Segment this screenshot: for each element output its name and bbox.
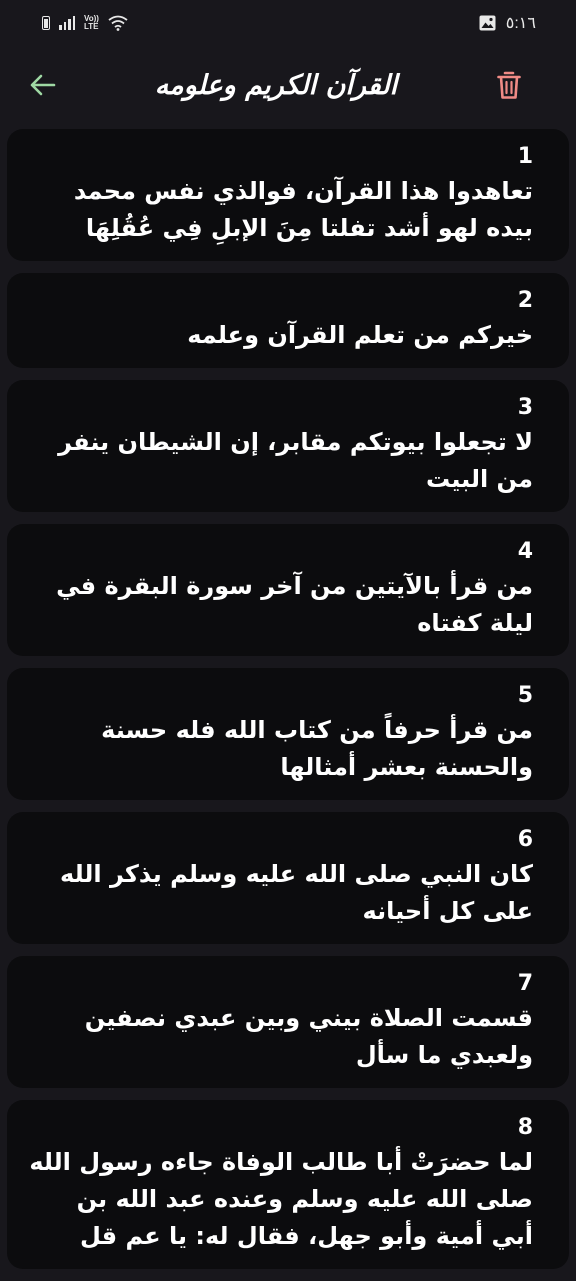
list-item[interactable]: 5 من قرأ حرفاً من كتاب الله فله حسنة وال… xyxy=(7,668,569,800)
trash-icon xyxy=(497,71,521,99)
network-label-bottom: LTE xyxy=(84,22,99,31)
item-text: لما حضرَتْ أبا طالب الوفاة جاءه رسول الل… xyxy=(29,1148,533,1250)
app-bar: القرآن الكريم وعلومه xyxy=(0,46,576,124)
gallery-icon xyxy=(479,15,496,31)
item-text: من قرأ حرفاً من كتاب الله فله حسنة والحس… xyxy=(101,716,533,781)
item-text: من قرأ بالآيتين من آخر سورة البقرة في لي… xyxy=(56,572,533,637)
item-text: كان النبي صلى الله عليه وسلم يذكر الله ع… xyxy=(60,860,533,925)
lte-icon: Vo)) LTE xyxy=(84,15,99,31)
item-number: 8 xyxy=(517,1115,533,1140)
list-item[interactable]: 1 تعاهدوا هذا القرآن، فوالذي نفس محمد بي… xyxy=(7,129,569,261)
item-text: قسمت الصلاة بيني وبين عبدي نصفين ولعبدي … xyxy=(84,1004,533,1069)
battery-icon xyxy=(42,16,50,30)
arrow-left-icon xyxy=(30,74,56,96)
page-title: القرآن الكريم وعلومه xyxy=(154,69,398,101)
item-text: خيركم من تعلم القرآن وعلمه xyxy=(187,321,533,349)
item-number: 4 xyxy=(517,539,533,564)
list-item[interactable]: 3 لا تجعلوا بيوتكم مقابر، إن الشيطان ينف… xyxy=(7,380,569,512)
status-left: Vo)) LTE xyxy=(42,15,128,31)
status-right: ٥:١٦ xyxy=(479,13,536,33)
list-item[interactable]: 2 خيركم من تعلم القرآن وعلمه xyxy=(7,273,569,368)
item-text: تعاهدوا هذا القرآن، فوالذي نفس محمد بيده… xyxy=(73,177,533,242)
list-item[interactable]: 7 قسمت الصلاة بيني وبين عبدي نصفين ولعبد… xyxy=(7,956,569,1088)
item-text: لا تجعلوا بيوتكم مقابر، إن الشيطان ينفر … xyxy=(58,428,533,493)
status-bar: Vo)) LTE ٥:١٦ xyxy=(0,0,576,46)
wifi-icon xyxy=(108,15,128,31)
delete-button[interactable] xyxy=(494,68,524,102)
item-number: 7 xyxy=(517,971,533,996)
list-item[interactable]: 6 كان النبي صلى الله عليه وسلم يذكر الله… xyxy=(7,812,569,944)
item-number: 1 xyxy=(517,144,533,169)
item-number: 5 xyxy=(517,683,533,708)
item-number: 3 xyxy=(517,395,533,420)
back-button[interactable] xyxy=(26,69,58,101)
item-number: 2 xyxy=(517,288,533,313)
signal-icon xyxy=(59,16,75,30)
list-item[interactable]: 8 لما حضرَتْ أبا طالب الوفاة جاءه رسول ا… xyxy=(7,1100,569,1269)
status-time: ٥:١٦ xyxy=(505,15,536,32)
hadith-list: 1 تعاهدوا هذا القرآن، فوالذي نفس محمد بي… xyxy=(7,129,569,1281)
item-number: 6 xyxy=(517,827,533,852)
list-item[interactable]: 4 من قرأ بالآيتين من آخر سورة البقرة في … xyxy=(7,524,569,656)
